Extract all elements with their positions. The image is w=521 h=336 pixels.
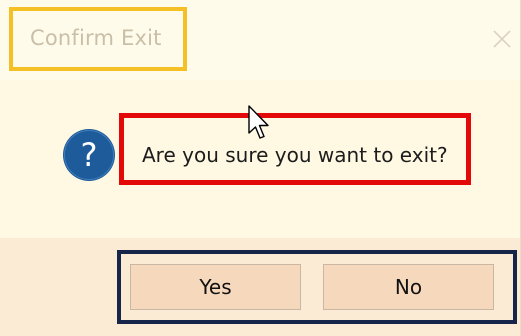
title-highlight-box: [9, 7, 187, 71]
buttons-highlight-box: [117, 250, 517, 324]
close-icon[interactable]: [491, 28, 513, 50]
confirm-exit-dialog: Confirm Exit ? Are you sure you want to …: [0, 0, 521, 336]
svg-text:?: ?: [81, 136, 98, 174]
message-highlight-box: [119, 113, 471, 185]
mouse-cursor-icon: [248, 105, 269, 139]
question-icon: ?: [63, 129, 115, 181]
